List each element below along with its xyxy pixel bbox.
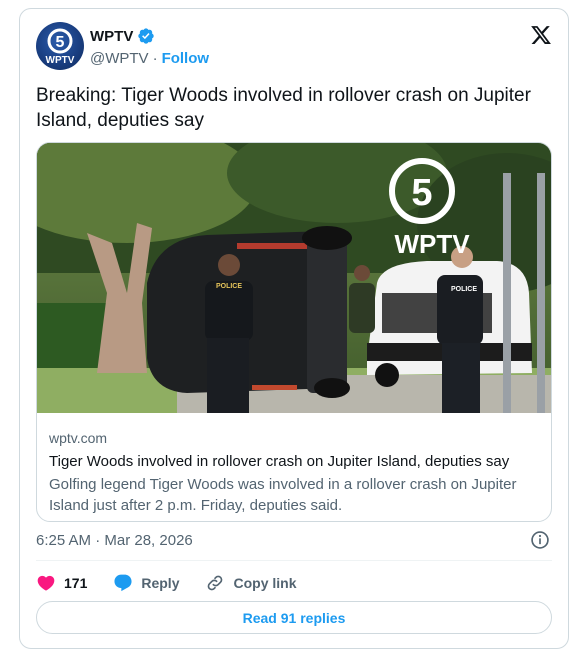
link-title[interactable]: Tiger Woods involved in rollover crash o…	[49, 452, 541, 472]
svg-text:5: 5	[56, 34, 65, 51]
copy-link-label: Copy link	[233, 575, 297, 591]
verified-badge-icon	[138, 28, 155, 44]
account-handle-row: @WPTV · Follow	[90, 50, 209, 67]
account-handle[interactable]: @WPTV	[90, 50, 149, 67]
separator-dot: ·	[152, 50, 158, 67]
read-replies-button[interactable]: Read 91 replies	[36, 601, 552, 634]
divider	[36, 560, 552, 561]
svg-text:POLICE: POLICE	[451, 286, 477, 293]
svg-text:5: 5	[411, 172, 432, 214]
account-name-row: WPTV	[90, 27, 155, 45]
link-preview-card[interactable]: POLICE POLICE 5 WPTV wptv.com Tiger Wood…	[36, 142, 552, 522]
link-meta: wptv.com Tiger Woods involved in rollove…	[49, 429, 541, 516]
svg-text:POLICE: POLICE	[216, 283, 242, 290]
follow-button[interactable]: Follow	[162, 50, 210, 67]
account-name[interactable]: WPTV	[90, 28, 133, 45]
action-bar: 171 Reply Copy link	[36, 570, 323, 596]
tweet-embed-card: 5 WPTV WPTV @WPTV · Follow Breaking: Tig…	[19, 8, 569, 649]
reply-button[interactable]: Reply	[113, 573, 179, 593]
news-photo: POLICE POLICE 5 WPTV	[37, 143, 551, 413]
svg-text:WPTV: WPTV	[394, 229, 470, 259]
tweet-text: Breaking: Tiger Woods involved in rollov…	[36, 85, 531, 131]
link-description: Golfing legend Tiger Woods was involved …	[49, 476, 517, 514]
like-button[interactable]: 171	[36, 573, 87, 593]
x-logo-icon[interactable]	[530, 24, 552, 46]
link-icon	[208, 575, 223, 591]
heart-icon	[37, 575, 55, 591]
copy-link-button[interactable]: Copy link	[205, 573, 297, 593]
reply-label: Reply	[141, 575, 180, 591]
reply-bubble-icon	[114, 574, 132, 592]
tweet-timestamp[interactable]: 6:25 AM · Mar 28, 2026	[36, 532, 193, 549]
info-icon[interactable]	[530, 530, 550, 550]
like-count: 171	[64, 575, 88, 591]
wptv-logo-icon[interactable]: 5 WPTV	[36, 22, 84, 70]
svg-text:WPTV: WPTV	[46, 55, 75, 66]
link-domain: wptv.com	[49, 430, 108, 446]
